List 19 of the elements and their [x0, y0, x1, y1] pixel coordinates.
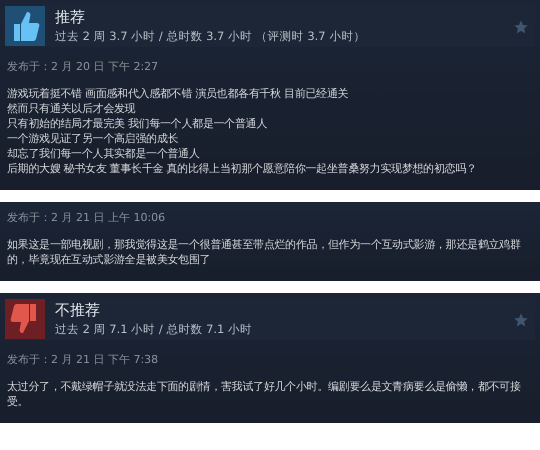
thumbs-up-icon — [5, 6, 45, 46]
review-text: 一个游戏见证了另一个高启强的成长 — [7, 131, 180, 146]
playtime-text: 过去 2 周 7.1 小时 / 总时数 7.1 小时 — [55, 322, 254, 337]
thumbs-down-icon — [5, 299, 45, 339]
posted-date: 发布于：2 月 21 日 上午 10:06 — [7, 210, 166, 225]
review-text: 如果这是一部电视剧，那我觉得这是一个很普通甚至带点烂的作品，但作为一个互动式影游，那还是鹤立鸡群的，毕竟现在互动式影游全是被美女包围了 — [7, 237, 522, 267]
review-verdict: 不推荐 — [55, 301, 101, 320]
review-text: 太过分了，不戴绿帽子就没法走下面的剧情，害我试了好几个小时。编剧要么是文青病要么是偷懒，都不可接受。 — [7, 379, 522, 409]
review-text: 却忘了我们每一个人其实都是一个普通人 — [7, 146, 201, 161]
playtime-text: 过去 2 周 3.7 小时 / 总时数 3.7 小时 （评测时 3.7 小时） — [55, 29, 366, 44]
star-icon[interactable] — [513, 312, 529, 328]
review-text: 然而只有通关以后才会发现 — [7, 101, 136, 116]
posted-date: 发布于：2 月 21 日 下午 7:38 — [7, 352, 160, 367]
star-icon[interactable] — [513, 19, 529, 35]
posted-date: 发布于：2 月 20 日 下午 2:27 — [7, 59, 160, 74]
review-verdict: 推荐 — [55, 8, 86, 27]
review-text: 只有初始的结局才最完美 我们每一个人都是一个普通人 — [7, 116, 268, 131]
review-text: 游戏玩着挺不错 画面感和代入感都不错 演员也都各有千秋 目前已经通关 — [7, 86, 350, 101]
review-text: 后期的大嫂 秘书女友 董事长千金 真的比得上当初那个愿意陪你一起坐普桑努力实现梦想的初恋吗？ — [7, 161, 478, 176]
